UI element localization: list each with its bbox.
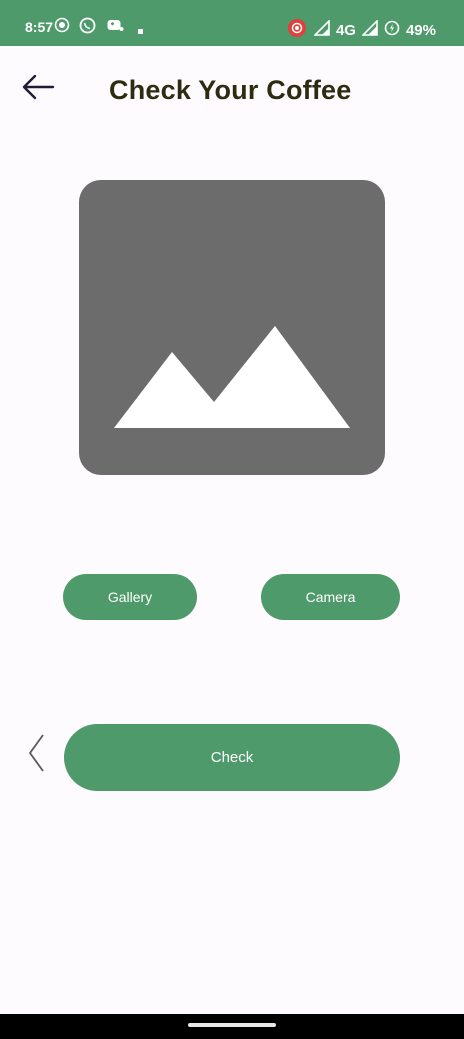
image-preview [79,180,385,475]
signal-icon [361,19,378,40]
camera-button[interactable]: Camera [261,574,400,620]
image-placeholder-icon [114,326,350,428]
battery-icon [384,20,400,40]
record-icon [286,18,308,42]
home-indicator[interactable] [188,1023,276,1027]
status-bar: 8:57 4G 49% [0,0,464,46]
network-type: 4G [335,21,356,39]
check-button[interactable]: Check [64,724,400,791]
arrow-left-icon [21,73,55,106]
gallery-button[interactable]: Gallery [63,574,197,620]
system-nav-bar [0,1014,464,1039]
status-right-group: 4G 49% [286,18,436,42]
back-button[interactable] [20,73,56,105]
notification-dot-icon [138,22,144,40]
page-title: Check Your Coffee [109,75,352,105]
previous-handle[interactable] [22,733,50,777]
battery-level: 49% [405,21,436,39]
chevron-left-icon [26,733,46,778]
status-time: 8:57 [25,19,54,35]
whatsapp-icon [79,17,96,39]
signal-icon [313,19,330,40]
screen-record-icon [54,17,70,38]
game-controller-icon [106,17,124,38]
